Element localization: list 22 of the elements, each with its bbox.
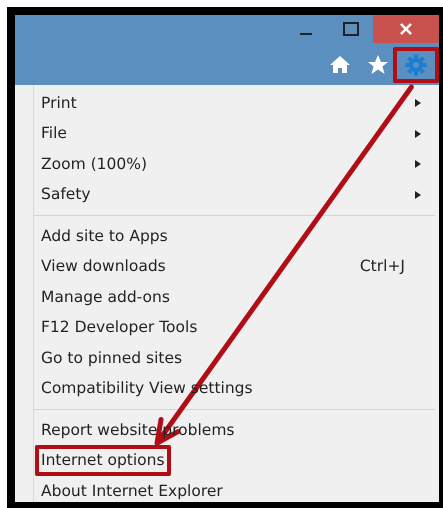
menu-item[interactable]: Go to pinned sites (34, 343, 439, 374)
menu-item[interactable]: View downloads Ctrl+J (34, 252, 439, 282)
star-icon (367, 54, 389, 76)
close-icon (399, 22, 413, 36)
menu-item[interactable]: F12 Developer Tools (34, 312, 439, 343)
menu-item[interactable]: Print (34, 88, 439, 118)
maximize-icon (342, 22, 358, 36)
submenu-arrow-icon (415, 190, 421, 199)
menu-item[interactable]: About Internet Explorer (34, 476, 439, 506)
submenu-arrow-icon (415, 130, 421, 138)
menu-item[interactable]: Zoom (100%) (34, 149, 439, 180)
menu-item[interactable]: Manage add-ons (34, 282, 439, 312)
close-button[interactable] (373, 15, 439, 43)
home-icon (329, 54, 351, 76)
submenu-arrow-icon (415, 99, 421, 108)
menu-item[interactable]: Add site to Apps (34, 221, 439, 252)
minimize-icon (300, 33, 312, 35)
shortcut-label: Ctrl+J (360, 256, 405, 278)
menu-item[interactable]: Internet options (34, 446, 439, 476)
submenu-arrow-icon (415, 160, 421, 168)
menu-item[interactable]: Safety (34, 180, 439, 210)
menu-item[interactable]: File (34, 118, 439, 149)
